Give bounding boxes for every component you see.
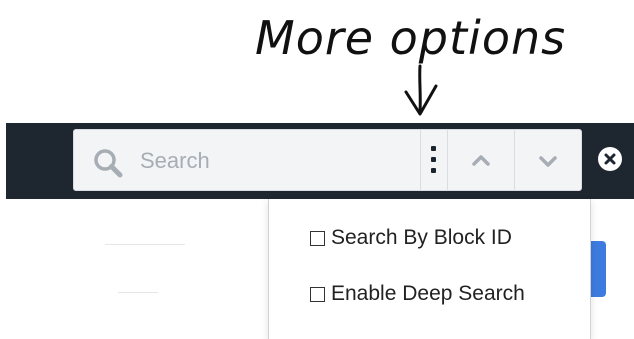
previous-result-button[interactable] xyxy=(448,130,514,190)
arrow-down-icon xyxy=(404,64,438,116)
chevron-down-icon xyxy=(539,156,557,167)
background-primary-button xyxy=(589,241,606,297)
background-smudge xyxy=(105,244,185,245)
option-label: Search By Block ID xyxy=(331,226,512,249)
more-options-annotation: More options xyxy=(255,11,567,65)
more-options-dropdown xyxy=(268,199,591,339)
close-search-button[interactable] xyxy=(598,147,622,171)
search-by-block-id-checkbox[interactable] xyxy=(310,230,325,246)
close-icon xyxy=(604,153,616,165)
chevron-up-icon xyxy=(472,155,490,166)
background-smudge xyxy=(118,292,158,293)
search-icon xyxy=(94,149,123,178)
kebab-divider-left xyxy=(420,130,421,190)
more-options-icon[interactable] xyxy=(422,142,444,178)
enable-deep-search-checkbox[interactable] xyxy=(310,286,325,302)
search-input[interactable] xyxy=(138,141,412,181)
option-enable-deep-search[interactable]: Enable Deep Search xyxy=(310,280,525,308)
option-label: Enable Deep Search xyxy=(331,282,525,305)
next-result-button[interactable] xyxy=(515,130,581,190)
option-search-by-block-id[interactable]: Search By Block ID xyxy=(310,224,512,252)
